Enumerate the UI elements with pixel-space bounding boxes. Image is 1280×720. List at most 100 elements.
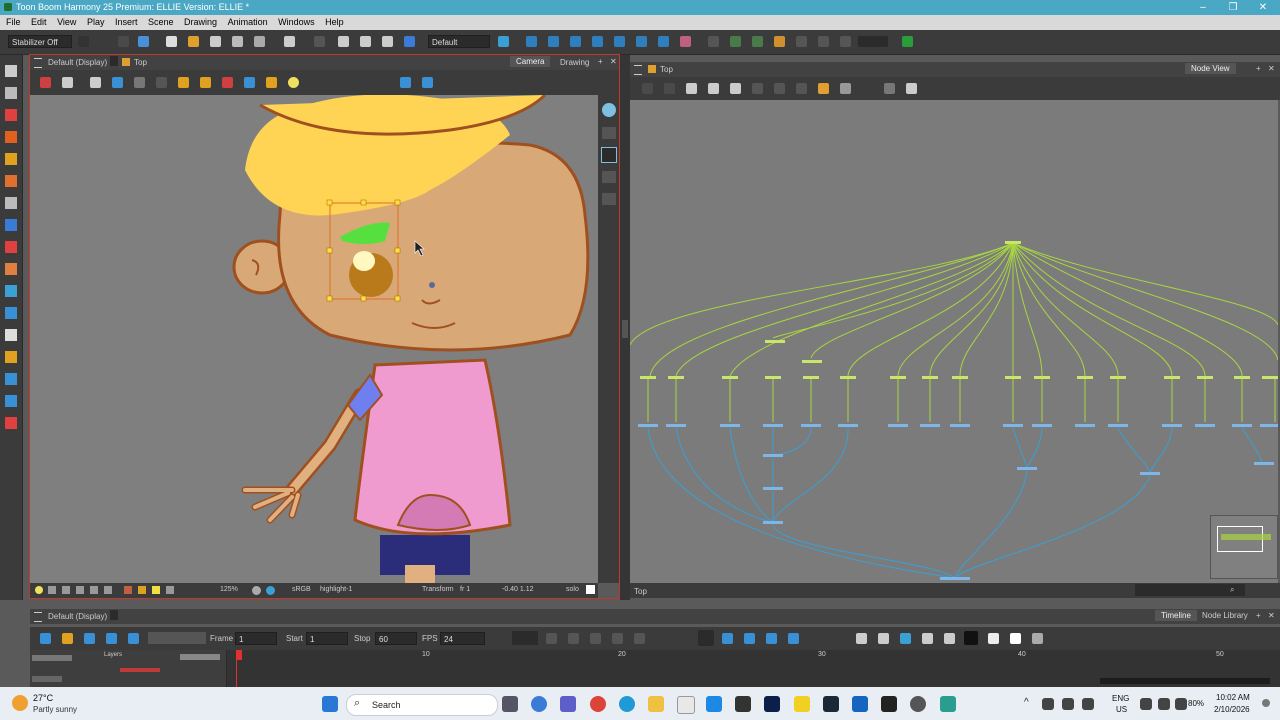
onion-marker-icon[interactable] [988, 633, 999, 644]
add-keyframe-icon[interactable] [722, 633, 733, 644]
fit-icon[interactable] [104, 586, 112, 594]
composite-node[interactable] [763, 454, 783, 457]
layers-stack-icon[interactable] [601, 147, 617, 163]
tray-icon[interactable] [1042, 698, 1054, 710]
peg-node[interactable] [1034, 376, 1050, 379]
add-group-icon[interactable] [730, 83, 741, 94]
start-input[interactable]: 1 [306, 632, 348, 645]
cutter-tool-icon[interactable] [5, 373, 17, 385]
fill-tool-icon[interactable] [5, 241, 17, 253]
language[interactable]: ENG [1112, 694, 1129, 703]
tab-node-view[interactable]: Node View [1185, 63, 1236, 74]
tab-camera[interactable]: Camera [510, 56, 551, 67]
node-link-icon[interactable] [730, 36, 741, 47]
extend-icon[interactable] [856, 633, 867, 644]
region[interactable]: US [1116, 705, 1127, 714]
deformation-icon[interactable] [680, 36, 691, 47]
flip-icon[interactable] [636, 36, 647, 47]
network-icon[interactable] [884, 83, 895, 94]
frame-input[interactable]: 1 [235, 632, 277, 645]
onion-skin-icon[interactable] [156, 77, 167, 88]
menu-drawing[interactable]: Drawing [184, 15, 217, 30]
copy-icon[interactable] [360, 36, 371, 47]
save-all-icon[interactable] [254, 36, 265, 47]
drawing-node[interactable] [720, 424, 740, 427]
drawing-node[interactable] [888, 424, 908, 427]
selected-layer-row[interactable] [120, 668, 160, 672]
panel-add-icon[interactable]: + [1256, 64, 1261, 73]
deform-icon[interactable] [774, 83, 785, 94]
ease-icon[interactable] [546, 633, 557, 644]
app-z-icon[interactable] [881, 696, 897, 712]
chevron-up-icon[interactable]: ^ [1024, 697, 1034, 708]
tab-node-library[interactable]: Node Library [1202, 611, 1248, 620]
morph-tool-icon[interactable] [5, 307, 17, 319]
composite-icon[interactable] [752, 83, 763, 94]
node-unlink-icon[interactable] [752, 36, 763, 47]
sort-icon[interactable] [1032, 633, 1043, 644]
bone-node-icon[interactable] [906, 83, 917, 94]
motion-icon[interactable] [568, 633, 579, 644]
line-style-dropdown[interactable] [512, 631, 538, 645]
dropper-tool-icon[interactable] [5, 263, 17, 275]
undo-icon[interactable] [284, 36, 295, 47]
drawing-node[interactable] [1075, 424, 1095, 427]
safe-area-icon[interactable] [112, 77, 123, 88]
drawing-node[interactable] [666, 424, 686, 427]
peg-node[interactable] [922, 376, 938, 379]
menu-edit[interactable]: Edit [31, 15, 47, 30]
weather-desc[interactable]: Partly sunny [33, 705, 77, 714]
center-icon[interactable] [400, 77, 411, 88]
node-search-input[interactable] [1135, 584, 1245, 596]
layer-icon[interactable] [602, 127, 616, 139]
zoom-level[interactable]: 125% [220, 586, 238, 593]
wifi-icon[interactable] [1140, 698, 1152, 710]
eraser-tool-icon[interactable] [5, 175, 17, 187]
task-view-icon[interactable] [502, 696, 518, 712]
photoshop-icon[interactable] [764, 696, 780, 712]
peg-node[interactable] [952, 376, 968, 379]
save-as-icon[interactable] [232, 36, 243, 47]
redo-icon[interactable] [314, 36, 325, 47]
mask-icon[interactable] [90, 586, 98, 594]
color-icon[interactable] [124, 586, 132, 594]
top-composite-node[interactable] [1005, 241, 1021, 244]
app-ring-icon[interactable] [910, 696, 926, 712]
grid-icon[interactable] [796, 36, 807, 47]
layer-down-icon[interactable] [602, 171, 616, 183]
layer-merge-icon[interactable] [602, 193, 616, 205]
playback-speed-slider[interactable] [148, 632, 206, 644]
loop-icon[interactable] [84, 633, 95, 644]
drawing-node[interactable] [801, 424, 821, 427]
paste-icon[interactable] [382, 36, 393, 47]
battery-icon[interactable] [1175, 698, 1187, 710]
pencil-tool-icon[interactable] [138, 36, 149, 47]
add-node-icon[interactable] [686, 83, 697, 94]
weather-icon[interactable] [12, 695, 28, 711]
cut-icon[interactable] [338, 36, 349, 47]
add-peg-icon[interactable] [708, 83, 719, 94]
menu-windows[interactable]: Windows [278, 15, 315, 30]
peg-node[interactable] [890, 376, 906, 379]
cutter-icon[interactable] [796, 83, 807, 94]
layer-toggle-icons[interactable] [32, 655, 72, 661]
menu-animation[interactable]: Animation [228, 15, 268, 30]
chrome-icon[interactable] [590, 696, 606, 712]
app-m-icon[interactable] [852, 696, 868, 712]
line-icon[interactable] [244, 77, 255, 88]
drawing-node[interactable] [1195, 424, 1215, 427]
color-space[interactable]: sRGB [292, 586, 311, 593]
pivot-icon[interactable] [526, 36, 537, 47]
skew-icon[interactable] [592, 36, 603, 47]
table-icon[interactable] [922, 633, 933, 644]
panel-splitter[interactable] [620, 55, 630, 600]
pin-icon[interactable] [266, 77, 277, 88]
ease-out-icon[interactable] [788, 633, 799, 644]
harmony-license-icon[interactable] [902, 36, 913, 47]
file-explorer-icon[interactable] [648, 696, 664, 712]
stop-input[interactable]: 60 [375, 632, 417, 645]
stop-motion-icon[interactable] [612, 633, 623, 644]
drawing-node[interactable] [1032, 424, 1052, 427]
clock-date[interactable]: 2/10/2026 [1214, 705, 1250, 714]
peg-node[interactable] [1197, 376, 1213, 379]
